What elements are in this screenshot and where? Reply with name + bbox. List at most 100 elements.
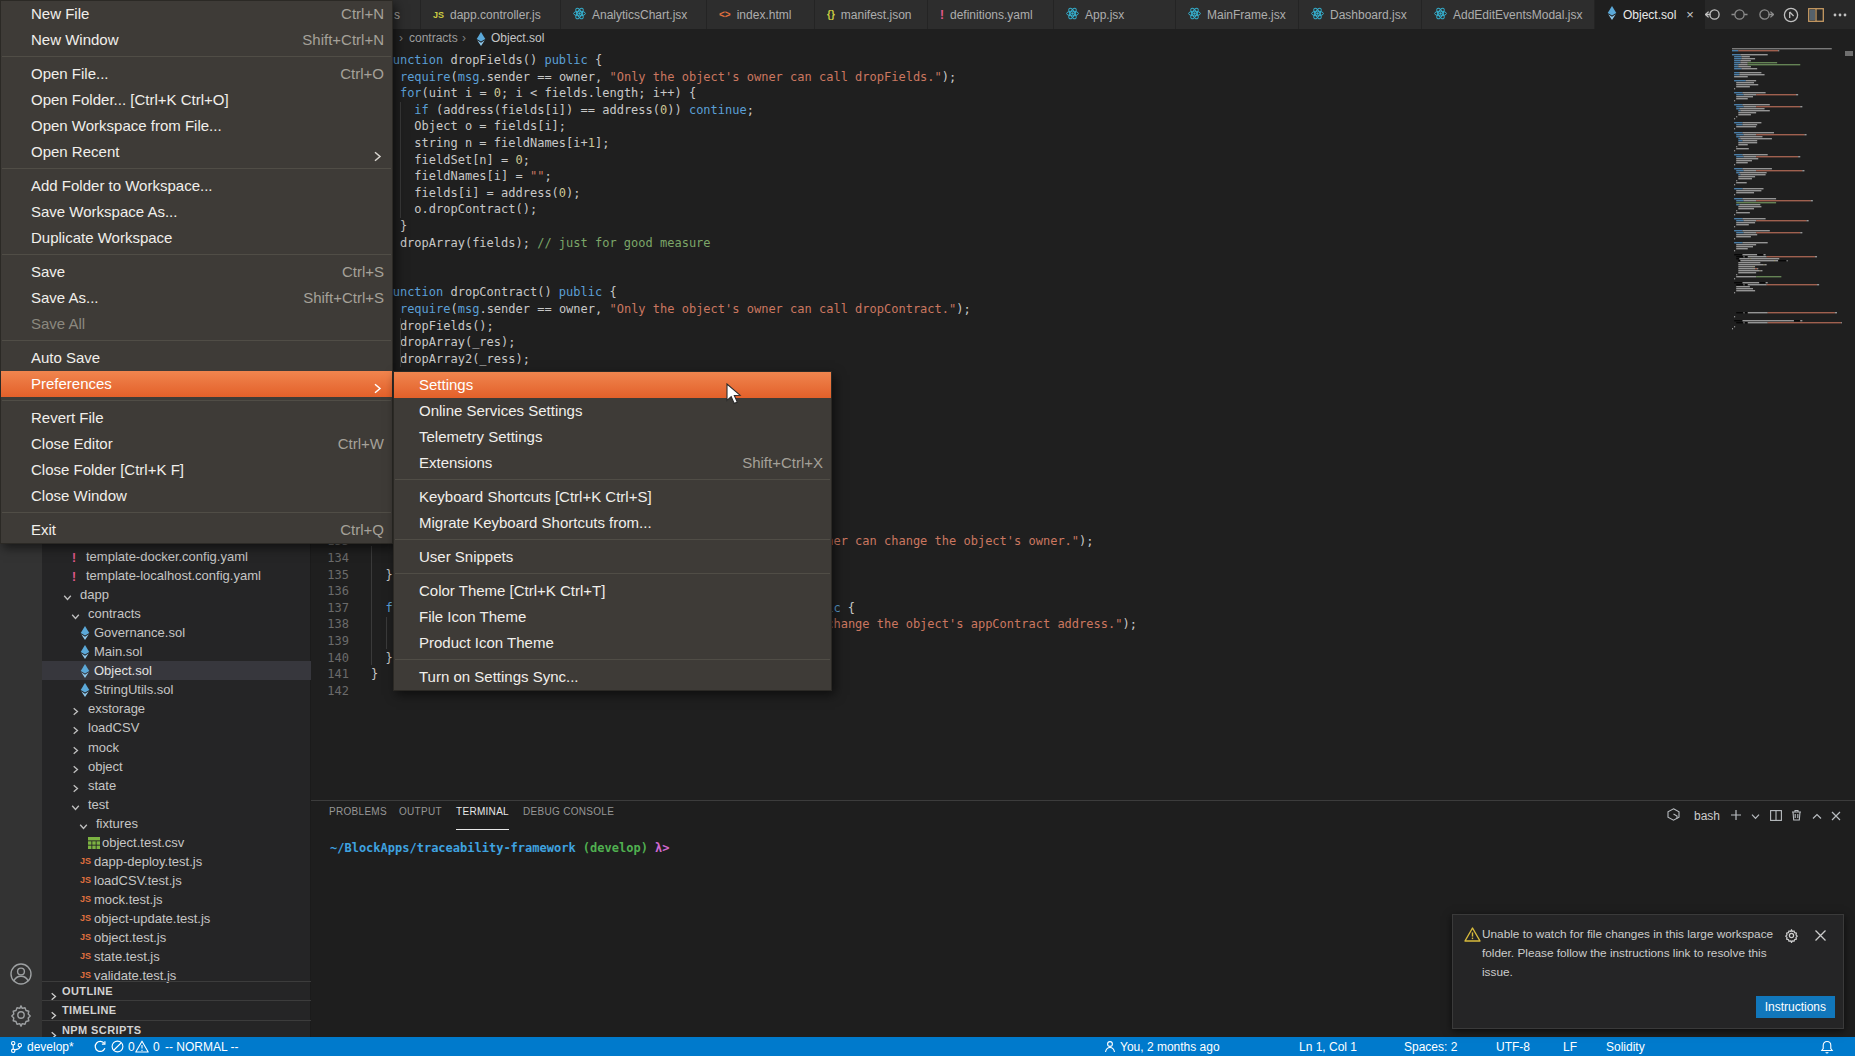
maximize-panel-icon[interactable]	[1812, 807, 1822, 825]
sidebar-section-timeline[interactable]: TIMELINE	[42, 1000, 311, 1019]
explorer-item-template-localhost.config.yaml[interactable]: !template-localhost.config.yaml	[42, 566, 311, 585]
status-warnings[interactable]: 0	[135, 1037, 160, 1056]
breadcrumb-item-file[interactable]: Object.sol	[491, 31, 544, 45]
more-actions-icon[interactable]	[1833, 13, 1847, 17]
explorer-item-Governance.sol[interactable]: Governance.sol	[42, 623, 311, 642]
notification-close-icon[interactable]	[1814, 928, 1827, 946]
run-circle-icon[interactable]	[1783, 7, 1799, 23]
terminal-prompt[interactable]: ~/BlockApps/traceability-framework (deve…	[330, 841, 670, 855]
submenu-item-keyboard-shortcuts-ctrl-k-ctrl-s[interactable]: Keyboard Shortcuts [Ctrl+K Ctrl+S]	[394, 484, 831, 510]
submenu-item-extensions[interactable]: ExtensionsShift+Ctrl+X	[394, 450, 831, 476]
menu-item-save-as[interactable]: Save As...Shift+Ctrl+S	[1, 285, 392, 311]
tab-dapp.controller.js[interactable]: JSdapp.controller.js	[421, 0, 561, 29]
explorer-item-exstorage[interactable]: exstorage	[42, 699, 311, 718]
status-encoding[interactable]: UTF-8	[1496, 1037, 1530, 1056]
status-cursor-position[interactable]: Ln 1, Col 1	[1299, 1037, 1357, 1056]
tab-manifest.json[interactable]: {}manifest.json	[815, 0, 928, 29]
menu-item-exit[interactable]: ExitCtrl+Q	[1, 517, 392, 543]
tab-Dashboard.jsx[interactable]: Dashboard.jsx	[1299, 0, 1422, 29]
notification-gear-icon[interactable]	[1784, 928, 1799, 947]
submenu-item-color-theme-ctrl-k-ctrl-t[interactable]: Color Theme [Ctrl+K Ctrl+T]	[394, 578, 831, 604]
nav-back-icon[interactable]	[1705, 7, 1722, 22]
tab-App.jsx[interactable]: App.jsx	[1054, 0, 1176, 29]
explorer-item-Object.sol[interactable]: Object.sol	[42, 661, 311, 680]
menu-item-duplicate-workspace[interactable]: Duplicate Workspace	[1, 225, 392, 251]
explorer-item-contracts[interactable]: contracts	[42, 604, 311, 623]
tab-AnalyticsChart.jsx[interactable]: AnalyticsChart.jsx	[561, 0, 707, 29]
submenu-item-telemetry-settings[interactable]: Telemetry Settings	[394, 424, 831, 450]
menu-item-close-folder-ctrl-k-f[interactable]: Close Folder [Ctrl+K F]	[1, 457, 392, 483]
split-terminal-icon[interactable]	[1770, 807, 1782, 825]
nav-stop-icon[interactable]	[1731, 7, 1748, 22]
explorer-item-object.test.csv[interactable]: object.test.csv	[42, 833, 311, 852]
explorer-item-mock[interactable]: mock	[42, 738, 311, 757]
explorer-item-dapp[interactable]: dapp	[42, 585, 311, 604]
account-icon[interactable]	[9, 962, 33, 990]
panel-tab-output[interactable]: OUTPUT	[399, 806, 442, 826]
explorer-item-fixtures[interactable]: fixtures	[42, 814, 311, 833]
explorer-item-object.test.js[interactable]: JSobject.test.js	[42, 928, 311, 947]
explorer-item-mock.test.js[interactable]: JSmock.test.js	[42, 890, 311, 909]
tab-definitions.yaml[interactable]: !definitions.yaml	[928, 0, 1054, 29]
panel-tab-problems[interactable]: PROBLEMS	[329, 806, 387, 826]
tab-close-icon[interactable]: ×	[1686, 8, 1694, 21]
submenu-item-product-icon-theme[interactable]: Product Icon Theme	[394, 630, 831, 656]
sidebar-section-outline[interactable]: OUTLINE	[42, 981, 311, 1000]
submenu-item-online-services-settings[interactable]: Online Services Settings	[394, 398, 831, 424]
tab-MainFrame.jsx[interactable]: MainFrame.jsx	[1176, 0, 1299, 29]
explorer-item-loadCSV.test.js[interactable]: JSloadCSV.test.js	[42, 871, 311, 890]
menu-item-save-workspace-as[interactable]: Save Workspace As...	[1, 199, 392, 225]
status-errors[interactable]: 0	[111, 1037, 135, 1056]
explorer-item-loadCSV[interactable]: loadCSV	[42, 718, 311, 737]
menu-item-open-recent[interactable]: Open Recent	[1, 139, 392, 165]
panel-tab-debug-console[interactable]: DEBUG CONSOLE	[523, 806, 614, 826]
explorer-item-StringUtils.sol[interactable]: StringUtils.sol	[42, 680, 311, 699]
menu-item-new-window[interactable]: New WindowShift+Ctrl+N	[1, 27, 392, 53]
new-terminal-icon[interactable]	[1730, 807, 1742, 825]
tab-index.html[interactable]: <>index.html	[707, 0, 815, 29]
split-editor-icon[interactable]	[1808, 8, 1824, 22]
breadcrumb[interactable]: dapp›contracts›Object.sol	[311, 29, 1855, 48]
instructions-button[interactable]: Instructions	[1756, 996, 1835, 1018]
status-blame[interactable]: You, 2 months ago	[1104, 1037, 1220, 1056]
terminal-dropdown-icon[interactable]	[1751, 807, 1760, 825]
status-eol[interactable]: LF	[1563, 1037, 1577, 1056]
explorer-item-object-update.test.js[interactable]: JSobject-update.test.js	[42, 909, 311, 928]
status-branch[interactable]: develop*	[10, 1037, 74, 1056]
submenu-item-settings[interactable]: Settings	[394, 372, 831, 398]
nav-forward-icon[interactable]	[1757, 7, 1774, 22]
menu-item-open-workspace-from-file[interactable]: Open Workspace from File...	[1, 113, 392, 139]
explorer-item-dapp-deploy.test.js[interactable]: JSdapp-deploy.test.js	[42, 852, 311, 871]
explorer-item-state.test.js[interactable]: JSstate.test.js	[42, 947, 311, 966]
explorer-item-template-docker.config.yaml[interactable]: !template-docker.config.yaml	[42, 547, 311, 566]
explorer-item-Main.sol[interactable]: Main.sol	[42, 642, 311, 661]
submenu-item-file-icon-theme[interactable]: File Icon Theme	[394, 604, 831, 630]
menu-item-auto-save[interactable]: Auto Save	[1, 345, 392, 371]
status-sync-icon[interactable]	[93, 1037, 106, 1056]
menu-item-preferences[interactable]: Preferences	[1, 371, 392, 397]
status-language[interactable]: Solidity	[1606, 1037, 1645, 1056]
menu-item-open-folder-ctrl-k-ctrl-o[interactable]: Open Folder... [Ctrl+K Ctrl+O]	[1, 87, 392, 113]
submenu-item-migrate-keyboard-shortcuts-from[interactable]: Migrate Keyboard Shortcuts from...	[394, 510, 831, 536]
sidebar-section-npm-scripts[interactable]: NPM SCRIPTS	[42, 1020, 311, 1039]
submenu-item-user-snippets[interactable]: User Snippets	[394, 544, 831, 570]
menu-item-new-file[interactable]: New FileCtrl+N	[1, 1, 392, 27]
menu-item-close-editor[interactable]: Close EditorCtrl+W	[1, 431, 392, 457]
menu-item-save[interactable]: SaveCtrl+S	[1, 259, 392, 285]
explorer-item-state[interactable]: state	[42, 776, 311, 795]
status-indentation[interactable]: Spaces: 2	[1404, 1037, 1457, 1056]
submenu-item-turn-on-settings-sync[interactable]: Turn on Settings Sync...	[394, 664, 831, 690]
breadcrumb-item-folder[interactable]: contracts	[409, 31, 458, 45]
kill-terminal-icon[interactable]	[1791, 807, 1802, 825]
shell-selector[interactable]: bash	[1694, 809, 1720, 823]
explorer-item-object[interactable]: object	[42, 757, 311, 776]
menu-item-open-file[interactable]: Open File...Ctrl+O	[1, 61, 392, 87]
menu-item-revert-file[interactable]: Revert File	[1, 405, 392, 431]
settings-gear-icon[interactable]	[9, 1003, 33, 1031]
minimap[interactable]	[1732, 48, 1842, 348]
status-notifications-bell-icon[interactable]	[1820, 1037, 1834, 1056]
tab-AddEditEventsModal.jsx[interactable]: AddEditEventsModal.jsx	[1422, 0, 1595, 29]
close-panel-icon[interactable]	[1831, 807, 1841, 825]
explorer-item-test[interactable]: test	[42, 795, 311, 814]
menu-item-close-window[interactable]: Close Window	[1, 483, 392, 509]
